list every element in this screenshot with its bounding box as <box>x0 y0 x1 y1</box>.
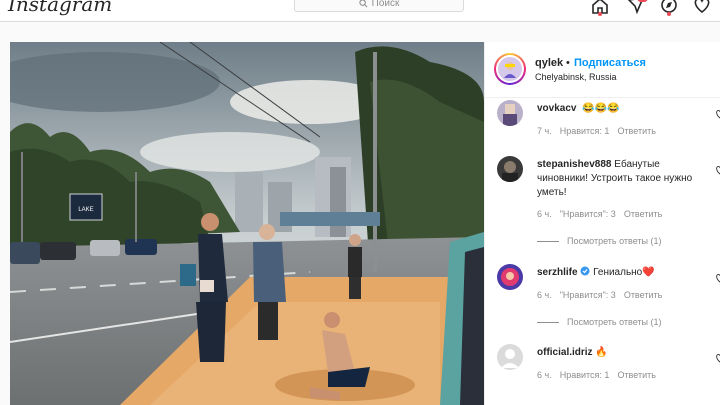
replies-label: Посмотреть ответы (1) <box>567 236 662 246</box>
reply-button[interactable]: Ответить <box>624 290 662 300</box>
follow-button[interactable]: Подписаться <box>574 57 646 69</box>
notification-badge <box>637 0 648 2</box>
comment-username[interactable]: vovkacv <box>537 103 576 114</box>
like-heart-icon[interactable] <box>715 106 720 119</box>
verified-badge-icon <box>580 266 590 276</box>
replies-line <box>537 240 559 242</box>
comment-meta: 6 ч. "Нравится": 3 Ответить <box>537 209 670 219</box>
billboard-text: LAKE <box>78 207 93 213</box>
replies-line <box>537 321 559 323</box>
comment-username[interactable]: serzhlife <box>537 267 578 278</box>
comment-likes[interactable]: "Нравится": 3 <box>560 290 616 300</box>
nav-icons <box>560 0 720 16</box>
comment-body: 😂😂😂 <box>582 103 620 114</box>
reply-button[interactable]: Ответить <box>624 209 662 219</box>
comment-likes[interactable]: Нравится: 1 <box>560 126 610 136</box>
comment-username[interactable]: stepanishev888 <box>537 159 612 170</box>
separator-dot: • <box>566 57 570 69</box>
comment-avatar[interactable] <box>497 344 523 370</box>
comment-time[interactable]: 6 ч. <box>537 209 552 219</box>
comment-time[interactable]: 7 ч. <box>537 126 552 136</box>
search-placeholder: Поиск <box>371 0 400 9</box>
post-side-panel: qylek • Подписаться Chelyabinsk, Russia … <box>484 42 720 405</box>
post-username[interactable]: qylek <box>535 57 563 69</box>
replies-label: Посмотреть ответы (1) <box>567 317 662 327</box>
post-location[interactable]: Chelyabinsk, Russia <box>535 72 617 82</box>
messenger-icon[interactable] <box>626 0 648 15</box>
explore-icon[interactable] <box>659 0 679 16</box>
comment-meta: 6 ч. Нравится: 1 Ответить <box>537 370 664 380</box>
comment-username[interactable]: official.idriz <box>537 347 593 358</box>
comment-text: serzhlife Гениально❤️ <box>537 266 713 280</box>
comment-time[interactable]: 6 ч. <box>537 370 552 380</box>
view-replies-button[interactable]: Посмотреть ответы (1) <box>537 317 662 327</box>
comment-body: Гениально❤️ <box>593 267 655 278</box>
comment-avatar[interactable] <box>497 100 523 126</box>
comment-meta: 6 ч. "Нравится": 3 Ответить <box>537 290 670 300</box>
comment-likes[interactable]: Нравится: 1 <box>560 370 610 380</box>
home-icon[interactable] <box>590 0 610 16</box>
comment-likes[interactable]: "Нравится": 3 <box>560 209 616 219</box>
avatar <box>496 55 524 83</box>
like-heart-icon[interactable] <box>715 270 720 283</box>
activity-heart-icon[interactable] <box>692 0 712 14</box>
search-icon <box>359 0 368 7</box>
comment-avatar[interactable] <box>497 156 523 182</box>
post-header: qylek • Подписаться Chelyabinsk, Russia <box>485 42 720 98</box>
like-heart-icon[interactable] <box>715 350 720 363</box>
story-ring[interactable] <box>494 53 526 85</box>
search-input[interactable]: Поиск <box>294 0 464 12</box>
comment-text: vovkacv 😂😂😂 <box>537 102 713 116</box>
reply-button[interactable]: Ответить <box>617 370 655 380</box>
view-replies-button[interactable]: Посмотреть ответы (1) <box>537 236 662 246</box>
post-photo[interactable]: LAKE <box>10 42 484 405</box>
instagram-logo[interactable]: Instagram <box>8 0 112 16</box>
comment-avatar[interactable] <box>497 264 523 290</box>
comment-text: stepanishev888 Ебанутые чиновники! Устро… <box>537 158 713 200</box>
comment-meta: 7 ч. Нравится: 1 Ответить <box>537 126 664 136</box>
home-active-dot <box>598 12 602 16</box>
top-navigation-bar: Instagram Поиск <box>0 0 720 22</box>
like-heart-icon[interactable] <box>715 162 720 175</box>
comment-body: 🔥 <box>595 347 608 358</box>
explore-dot <box>667 12 671 16</box>
reply-button[interactable]: Ответить <box>617 126 655 136</box>
comment-text: official.idriz 🔥 <box>537 346 713 360</box>
comment-time[interactable]: 6 ч. <box>537 290 552 300</box>
street-scene-image: LAKE <box>10 42 484 405</box>
